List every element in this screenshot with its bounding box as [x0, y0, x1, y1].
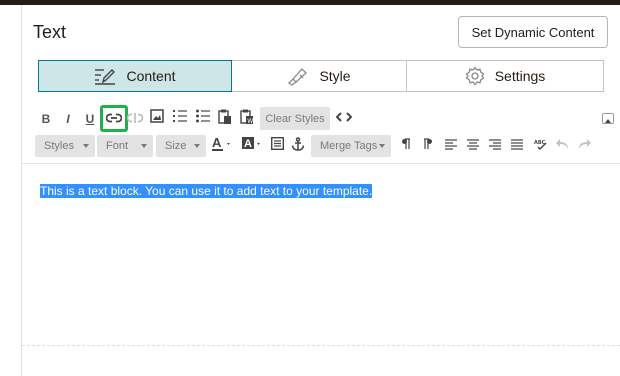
image-icon [150, 108, 164, 128]
anchor-icon [291, 136, 305, 156]
unlink-icon [126, 110, 144, 128]
selected-text[interactable]: This is a text block. You can use it to … [40, 184, 373, 198]
highlight-box [100, 105, 128, 132]
underline-button[interactable]: U [82, 110, 98, 128]
triangle-up-icon [605, 110, 611, 128]
source-button[interactable] [335, 110, 353, 128]
paste-button[interactable] [217, 109, 233, 130]
ltr-button[interactable] [398, 137, 414, 155]
font-dropdown-label: Font [106, 140, 129, 152]
image-button[interactable] [149, 108, 165, 128]
align-right-button[interactable] [487, 137, 503, 155]
paint-icon [287, 66, 309, 86]
undo-button[interactable] [554, 137, 570, 155]
text-editor[interactable]: This is a text block. You can use it to … [40, 184, 373, 199]
chevron-down-icon [379, 144, 385, 148]
paste-word-icon: W [240, 109, 254, 130]
chevron-down-icon [141, 144, 147, 148]
gear-icon [465, 66, 485, 86]
styles-dropdown[interactable]: Styles [35, 135, 95, 157]
size-dropdown-label: Size [165, 140, 187, 152]
size-dropdown[interactable]: Size [156, 135, 206, 157]
tab-bar: Content Style Settings [38, 60, 604, 92]
rtl-button[interactable] [420, 137, 436, 155]
anchor-button[interactable] [290, 136, 306, 156]
panel-title: Text [33, 22, 67, 42]
text-color-icon: A [211, 135, 233, 157]
align-justify-icon [511, 137, 523, 155]
tab-settings[interactable]: Settings [407, 60, 604, 92]
merge-tags-dropdown-label: Merge Tags [320, 140, 378, 152]
block-button[interactable] [269, 136, 285, 155]
svg-text:A: A [212, 136, 222, 150]
bulleted-list-button[interactable] [195, 109, 211, 127]
align-center-button[interactable] [465, 137, 481, 155]
background-color-icon: A [241, 136, 263, 157]
paste-icon [218, 109, 232, 130]
chevron-down-icon [194, 144, 200, 148]
align-left-icon [445, 137, 457, 155]
svg-text:W: W [247, 118, 253, 125]
tab-settings-label: Settings [494, 68, 546, 84]
panel-border [21, 5, 22, 376]
tab-content[interactable]: Content [38, 60, 232, 92]
text-color-button[interactable]: A [210, 135, 234, 157]
paragraph-ltr-icon [401, 137, 411, 155]
tab-style-label: Style [319, 68, 351, 84]
numbered-list-icon [173, 109, 187, 128]
block-icon [270, 136, 284, 155]
redo-icon [578, 137, 592, 155]
spellcheck-button[interactable]: ABC [532, 137, 550, 155]
edit-icon [94, 67, 116, 85]
clear-styles-button[interactable]: Clear Styles [260, 107, 330, 130]
bulleted-list-icon [196, 109, 210, 128]
top-bar [0, 0, 620, 5]
svg-text:A: A [244, 138, 252, 150]
align-left-button[interactable] [443, 137, 459, 155]
tab-content-label: Content [126, 68, 176, 84]
undo-icon [555, 137, 569, 155]
toolbar-collapse-button[interactable] [602, 113, 614, 124]
paragraph-rtl-icon [423, 137, 433, 155]
tab-style[interactable]: Style [232, 60, 407, 92]
editor-bottom-border [22, 345, 620, 346]
toolbar-divider [22, 163, 620, 164]
font-dropdown[interactable]: Font [97, 135, 153, 157]
align-center-icon [467, 137, 479, 155]
set-dynamic-content-button[interactable]: Set Dynamic Content [458, 16, 608, 48]
spellcheck-icon: ABC [534, 137, 548, 155]
italic-button[interactable]: I [60, 110, 76, 128]
styles-dropdown-label: Styles [44, 140, 74, 152]
background-color-button[interactable]: A [240, 136, 264, 157]
code-icon [335, 110, 353, 128]
merge-tags-dropdown[interactable]: Merge Tags [311, 135, 391, 157]
chevron-down-icon [83, 144, 89, 148]
justify-button[interactable] [509, 137, 525, 155]
numbered-list-button[interactable] [172, 109, 188, 127]
unlink-button[interactable] [126, 110, 144, 128]
redo-button[interactable] [577, 137, 593, 155]
align-right-icon [489, 137, 501, 155]
bold-button[interactable]: B [38, 110, 54, 128]
paste-word-button[interactable]: W [239, 109, 255, 130]
